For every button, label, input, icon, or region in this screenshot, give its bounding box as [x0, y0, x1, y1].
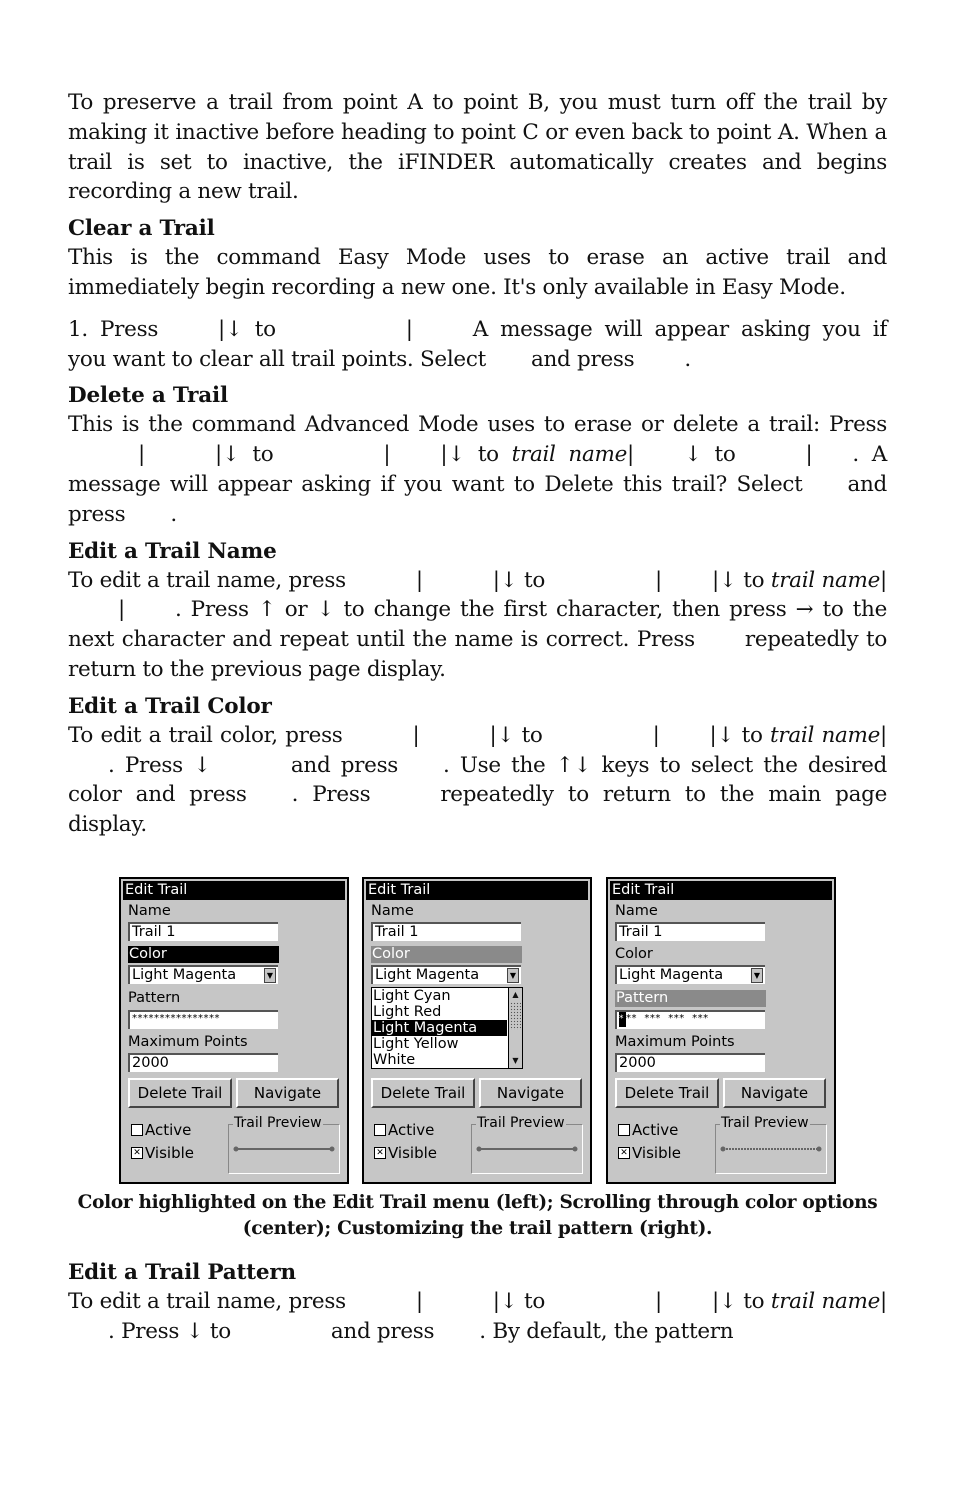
panel-title: Edit Trail — [610, 881, 832, 900]
edit-trail-panel-left: Edit Trail Name Trail 1 Color Light Mage… — [119, 877, 349, 1184]
color-option-selected[interactable]: Light Magenta — [372, 1020, 507, 1036]
delete-trail-button[interactable]: Delete Trail — [371, 1078, 475, 1108]
trail-preview-box: Trail Preview — [228, 1115, 340, 1174]
max-points-field[interactable]: 2000 — [128, 1053, 278, 1072]
name-field[interactable]: Trail 1 — [128, 922, 278, 941]
color-options-list[interactable]: Light Cyan Light Red Light Magenta Light… — [371, 987, 523, 1069]
color-label-highlighted: Color — [128, 946, 279, 963]
name-field[interactable]: Trail 1 — [371, 922, 521, 941]
visible-checkbox-row[interactable]: ✕ Visible — [374, 1144, 437, 1162]
name-field[interactable]: Trail 1 — [615, 922, 765, 941]
visible-checkbox[interactable]: ✕ — [618, 1146, 630, 1159]
edit-pattern-section: Edit a Trail Pattern To edit a trail nam… — [68, 1259, 887, 1347]
color-dropdown[interactable]: Light Magenta ▼ — [371, 965, 521, 984]
edit-trail-figures: Edit Trail Name Trail 1 Color Light Mage… — [119, 877, 836, 1184]
color-option[interactable]: Light Yellow — [372, 1036, 507, 1052]
figure-caption-wrap: Color highlighted on the Edit Trail menu… — [68, 1190, 887, 1242]
heading-delete-trail: Delete a Trail — [68, 383, 228, 409]
active-checkbox-row[interactable]: Active — [374, 1121, 434, 1139]
active-checkbox[interactable] — [618, 1123, 630, 1136]
navigate-button[interactable]: Navigate — [723, 1078, 826, 1108]
dropdown-arrow-icon[interactable]: ▼ — [751, 968, 763, 983]
figure-caption: Color highlighted on the Edit Trail menu… — [77, 1192, 878, 1239]
edit-trail-pattern-body: To edit a trail name, press | |↓ to | |↓ to … — [68, 1289, 887, 1344]
scroll-down-icon[interactable]: ▼ — [509, 1054, 522, 1068]
trail-preview-dotted-line — [720, 1146, 822, 1152]
visible-checkbox-row[interactable]: ✕ Visible — [131, 1144, 194, 1162]
document-page: To preserve a trail from point A to poin… — [68, 88, 887, 840]
active-checkbox[interactable] — [131, 1123, 143, 1136]
dropdown-arrow-icon[interactable]: ▼ — [264, 968, 276, 983]
color-dropdown[interactable]: Light Magenta ▼ — [615, 965, 765, 984]
edit-trail-name-body: To edit a trail name, press | |↓ to | |↓ to … — [68, 567, 887, 682]
visible-checkbox[interactable]: ✕ — [131, 1146, 143, 1159]
heading-edit-trail-pattern: Edit a Trail Pattern — [68, 1260, 296, 1285]
name-label: Name — [615, 903, 658, 919]
panel-title: Edit Trail — [366, 881, 588, 900]
name-label: Name — [371, 903, 414, 919]
active-checkbox-row[interactable]: Active — [618, 1121, 678, 1139]
scroll-up-icon[interactable]: ▲ — [509, 988, 522, 1002]
scroll-thumb[interactable] — [510, 1002, 521, 1030]
color-dropdown-value: Light Magenta — [375, 967, 480, 983]
list-scrollbar[interactable]: ▲ ▼ — [508, 988, 522, 1068]
color-dropdown-value: Light Magenta — [619, 967, 724, 983]
pattern-cursor: * — [619, 1012, 626, 1027]
trail-preview-box: Trail Preview — [715, 1115, 827, 1174]
max-points-label: Maximum Points — [128, 1034, 248, 1050]
color-option[interactable]: Light Red — [372, 1004, 507, 1020]
color-option[interactable]: White — [372, 1052, 507, 1068]
heading-edit-trail-name: Edit a Trail Name — [68, 538, 277, 564]
pattern-field[interactable]: **************** — [128, 1010, 278, 1029]
edit-trail-panel-center: Edit Trail Name Trail 1 Color Light Mage… — [362, 877, 592, 1184]
max-points-field[interactable]: 2000 — [615, 1053, 765, 1072]
heading-clear-trail: Clear a Trail — [68, 216, 215, 242]
color-label: Color — [615, 946, 653, 962]
color-option[interactable]: Light Cyan — [372, 988, 507, 1004]
delete-trail-button[interactable]: Delete Trail — [615, 1078, 719, 1108]
visible-checkbox[interactable]: ✕ — [374, 1146, 386, 1159]
color-dropdown[interactable]: Light Magenta ▼ — [128, 965, 278, 984]
edit-trail-color-body: To edit a trail color, press | |↓ to | |↓ to… — [68, 722, 888, 838]
edit-trail-panel-right: Edit Trail Name Trail 1 Color Light Mage… — [606, 877, 836, 1184]
heading-edit-trail-color: Edit a Trail Color — [68, 693, 272, 719]
color-dropdown-value: Light Magenta — [132, 967, 237, 983]
pattern-label: Pattern — [128, 990, 181, 1006]
pattern-value: ** *** *** *** — [626, 1013, 709, 1024]
pattern-label-highlighted: Pattern — [615, 990, 766, 1007]
trail-preview-solid-line — [476, 1146, 578, 1152]
trail-preview-solid-line — [233, 1146, 335, 1152]
name-label: Name — [128, 903, 171, 919]
active-checkbox[interactable] — [374, 1123, 386, 1136]
active-checkbox-row[interactable]: Active — [131, 1121, 191, 1139]
panel-title: Edit Trail — [123, 881, 345, 900]
trail-preview-box: Trail Preview — [471, 1115, 583, 1174]
clear-trail-step: 1. Press |↓ to | A message will appear aski… — [68, 316, 887, 372]
delete-trail-button[interactable]: Delete Trail — [128, 1078, 232, 1108]
navigate-button[interactable]: Navigate — [236, 1078, 339, 1108]
clear-trail-body: This is the command Easy Mode uses to er… — [68, 245, 887, 300]
color-label-highlighted: Color — [371, 946, 522, 963]
delete-trail-body: This is the command Advanced Mode uses t… — [68, 412, 887, 527]
pattern-field-editing[interactable]: * ** *** *** *** — [615, 1010, 765, 1029]
dropdown-arrow-icon[interactable]: ▼ — [507, 968, 519, 983]
max-points-label: Maximum Points — [615, 1034, 735, 1050]
navigate-button[interactable]: Navigate — [479, 1078, 582, 1108]
visible-checkbox-row[interactable]: ✕ Visible — [618, 1144, 681, 1162]
intro-paragraph: To preserve a trail from point A to poin… — [68, 90, 887, 205]
